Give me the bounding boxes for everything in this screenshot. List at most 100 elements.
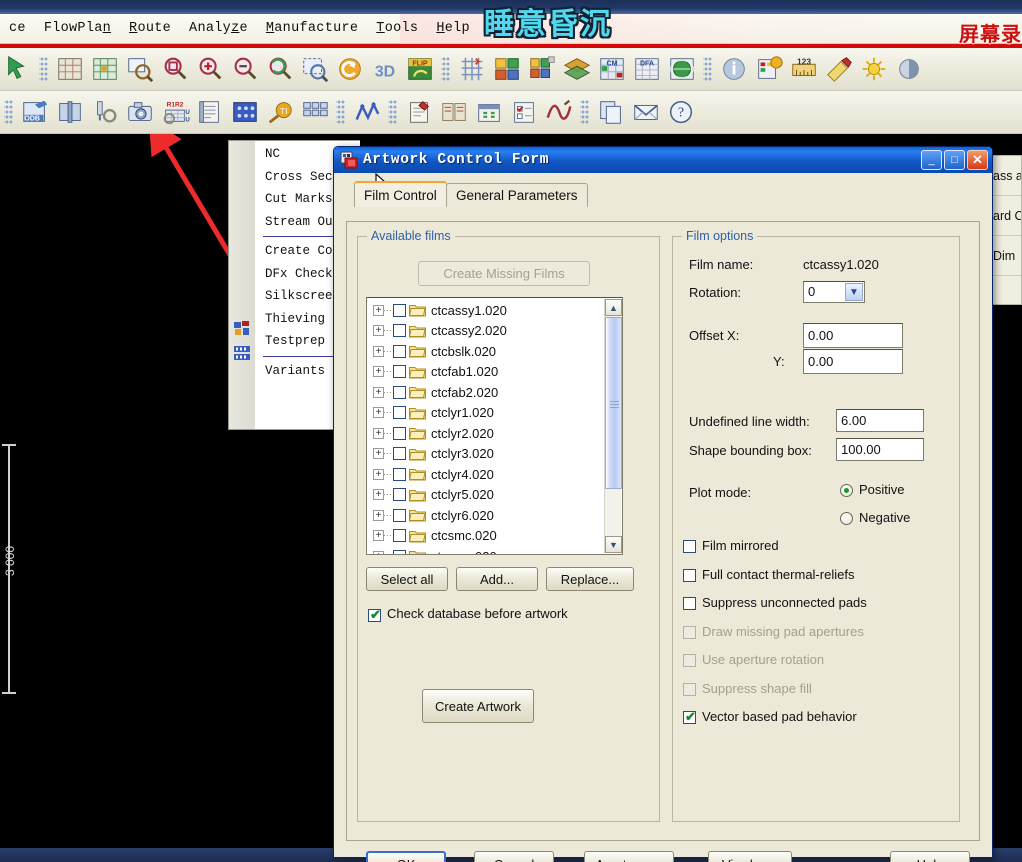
film-list-item[interactable]: + ctcsmc.020 [367, 526, 604, 547]
undefined-line-width-input[interactable] [836, 409, 924, 432]
dialog-title-bar[interactable]: Artwork Control Form _ □ ✕ [334, 147, 992, 173]
color-grid-icon[interactable] [88, 53, 121, 86]
right-panel-row-2[interactable]: ard C [991, 196, 1021, 236]
film-list-item[interactable]: + ctcassy1.020 [367, 300, 604, 321]
film-mirrored-checkbox[interactable] [683, 540, 696, 553]
right-panel-row-1[interactable]: ass a [991, 156, 1021, 196]
subclass-icon[interactable] [525, 53, 558, 86]
wave-icon[interactable] [542, 96, 575, 129]
toolbar-row-2[interactable]: ODB R1R2U1U2 TI? [0, 91, 1022, 134]
expand-plus-icon[interactable]: + [373, 325, 384, 337]
expand-plus-icon[interactable]: + [373, 468, 384, 480]
film-checkbox[interactable] [393, 508, 406, 522]
film-list-item[interactable]: + ctcsms.020 [367, 546, 604, 554]
add-button[interactable]: Add... [456, 567, 538, 591]
menu-ce[interactable]: ce [0, 14, 35, 44]
film-list-scrollbar[interactable]: ▲ ▼ [604, 299, 622, 553]
menu-help[interactable]: Help [427, 14, 479, 44]
tab-film-control[interactable]: Film Control [354, 181, 447, 207]
right-panel-row-3[interactable]: Dim [991, 236, 1021, 276]
film-checkbox[interactable] [393, 488, 406, 502]
menu-tools[interactable]: Tools [367, 14, 427, 44]
film-list-item[interactable]: + ctcfab1.020 [367, 362, 604, 383]
expand-plus-icon[interactable]: + [373, 304, 384, 316]
flip-design-icon[interactable]: FLIP [403, 53, 436, 86]
film-checkbox[interactable] [393, 447, 406, 461]
expand-plus-icon[interactable]: + [373, 489, 384, 501]
film-checkbox[interactable] [393, 529, 406, 543]
menu-route[interactable]: Route [120, 14, 180, 44]
tab-general-parameters[interactable]: General Parameters [446, 183, 588, 207]
notes-icon[interactable] [402, 96, 435, 129]
report-icon[interactable] [193, 96, 226, 129]
mail-icon[interactable] [629, 96, 662, 129]
zoom-out-icon[interactable] [228, 53, 261, 86]
expand-plus-icon[interactable]: + [373, 427, 384, 439]
padstack-icon[interactable] [228, 96, 261, 129]
copy-icon[interactable] [594, 96, 627, 129]
expand-plus-icon[interactable]: + [373, 366, 384, 378]
right-partial-panel[interactable]: ass a ard C Dim [990, 155, 1022, 305]
artwork-control-form-dialog[interactable]: Artwork Control Form _ □ ✕ Film Control … [333, 146, 993, 862]
film-checkbox[interactable] [393, 365, 406, 379]
info-icon[interactable] [717, 53, 750, 86]
film-checkbox[interactable] [393, 324, 406, 338]
expand-plus-icon[interactable]: + [373, 448, 384, 460]
netlist-icon[interactable] [350, 96, 383, 129]
global-icon[interactable] [665, 53, 698, 86]
toolbar-grip[interactable] [441, 56, 450, 82]
toolbar-grip[interactable] [388, 99, 397, 125]
film-checkbox[interactable] [393, 467, 406, 481]
film-checkbox[interactable] [393, 406, 406, 420]
toolbar-row-1[interactable]: 3D FLIP CM DFA 123 [0, 48, 1022, 91]
full-contact-thermal-reliefs-checkbox[interactable] [683, 568, 696, 582]
create-artwork-button[interactable]: Create Artwork [422, 689, 534, 723]
film-list-item[interactable]: + ctcfab2.020 [367, 382, 604, 403]
offset-y-input[interactable] [803, 349, 903, 374]
film-list-item[interactable]: + ctclyr5.020 [367, 485, 604, 506]
grid-settings-icon[interactable] [455, 53, 488, 86]
viewlog-button[interactable]: Viewlog... [708, 851, 792, 862]
minimize-button[interactable]: _ [921, 150, 942, 170]
expand-plus-icon[interactable]: + [373, 530, 384, 542]
ref-des-icon[interactable]: R1R2U1U2 [158, 96, 191, 129]
film-list-item[interactable]: + ctclyr2.020 [367, 423, 604, 444]
film-checkbox[interactable] [393, 303, 406, 317]
layers-icon[interactable] [560, 53, 593, 86]
menu-manufacture[interactable]: Manufacture [257, 14, 367, 44]
film-checkbox[interactable] [393, 426, 406, 440]
toolbar-grip[interactable] [336, 99, 345, 125]
expand-plus-icon[interactable]: + [373, 386, 384, 398]
zoom-selection-icon[interactable] [298, 53, 331, 86]
cancel-button[interactable]: Cancel [474, 851, 554, 862]
film-list-item[interactable]: + ctcbslk.020 [367, 341, 604, 362]
expand-plus-icon[interactable]: + [373, 550, 384, 554]
color-dialog-icon[interactable] [490, 53, 523, 86]
film-list-item[interactable]: + ctclyr6.020 [367, 505, 604, 526]
book-icon[interactable] [53, 96, 86, 129]
artwork-camera-icon[interactable] [123, 96, 156, 129]
expand-plus-icon[interactable]: + [373, 345, 384, 357]
offset-x-input[interactable] [803, 323, 903, 348]
help-icon[interactable]: ? [664, 96, 697, 129]
dim-icon[interactable] [892, 53, 925, 86]
checklist-icon[interactable] [507, 96, 540, 129]
measure-icon[interactable]: 123 [787, 53, 820, 86]
available-films-list[interactable]: + ctcassy1.020 + ctcassy2.020 + ctcbslk.020 + c… [366, 297, 623, 555]
close-button[interactable]: ✕ [967, 150, 988, 170]
window-controls[interactable]: _ □ ✕ [921, 150, 988, 170]
create-missing-films-button[interactable]: Create Missing Films [418, 261, 590, 286]
toolbar-grip[interactable] [580, 99, 589, 125]
scroll-down-button[interactable]: ▼ [605, 536, 622, 553]
film-checkbox[interactable] [393, 344, 406, 358]
film-list-item[interactable]: + ctclyr1.020 [367, 403, 604, 424]
constraint-manager-icon[interactable]: CM [595, 53, 628, 86]
rotation-select[interactable]: 0 ▼ [803, 281, 865, 303]
film-list-item[interactable]: + ctcassy2.020 [367, 321, 604, 342]
maximize-button[interactable]: □ [944, 150, 965, 170]
chevron-down-icon[interactable]: ▼ [845, 283, 863, 301]
toolbar-grip[interactable] [4, 99, 13, 125]
highlight-icon[interactable] [822, 53, 855, 86]
undo-icon[interactable] [333, 53, 366, 86]
film-list-item[interactable]: + ctclyr4.020 [367, 464, 604, 485]
